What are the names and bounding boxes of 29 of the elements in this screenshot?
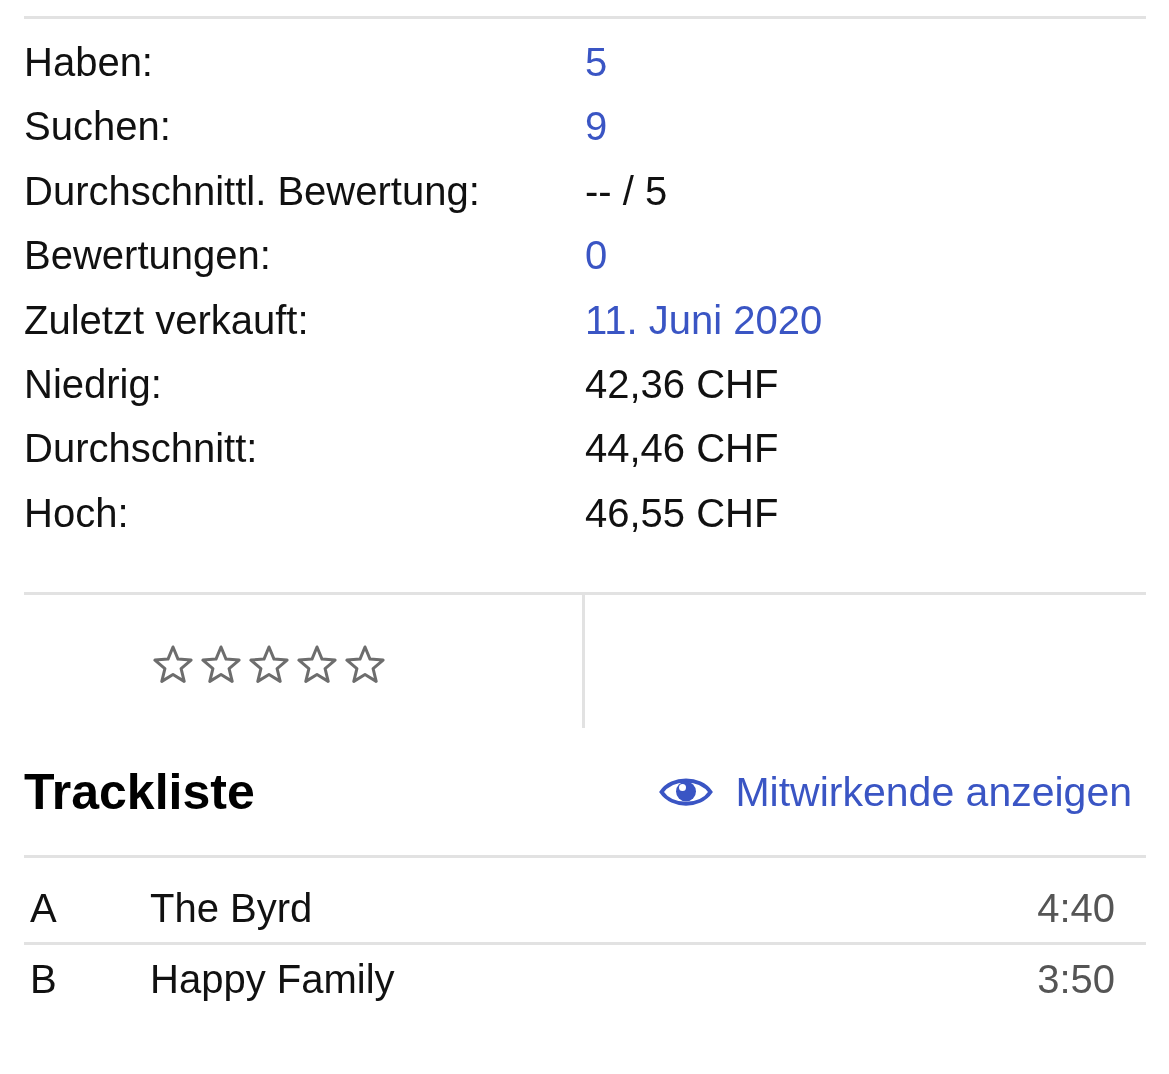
track-title: Happy Family [150,956,395,1004]
star-icon[interactable] [201,645,241,684]
track-position: A [30,885,57,933]
track-duration: 3:50 [1037,956,1115,1004]
stat-value: 44,46 CHF [585,425,779,473]
track-duration: 4:40 [1037,885,1115,933]
credits-link[interactable]: Mitwirkende anzeigen [659,766,1132,817]
stat-label: Durchschnitt: [24,425,258,473]
stat-label: Suchen: [24,103,171,151]
stat-link[interactable]: 9 [585,94,608,159]
stat-link[interactable]: 11. Juni 2020 [585,287,823,353]
star-icon[interactable] [297,645,337,684]
stat-link[interactable]: 0 [585,223,608,288]
stat-value: 46,55 CHF [585,489,779,537]
stat-label: Niedrig: [24,361,162,409]
track-title: The Byrd [150,885,313,933]
stat-label: Durchschnittl. Bewertung: [24,167,480,215]
star-icon[interactable] [345,645,385,684]
stat-label: Hoch: [24,489,129,537]
section-heading: Trackliste [24,762,255,822]
stat-label: Bewertungen: [24,232,271,280]
star-icon[interactable] [249,645,289,684]
stat-value: 42,36 CHF [585,361,779,409]
track-position: B [30,956,57,1004]
stat-label: Haben: [24,39,153,86]
stat-value: -- / 5 [585,167,668,215]
stat-label: Zuletzt verkauft: [24,296,309,344]
star-icon[interactable] [153,645,193,684]
stat-link[interactable]: 5 [585,30,608,95]
